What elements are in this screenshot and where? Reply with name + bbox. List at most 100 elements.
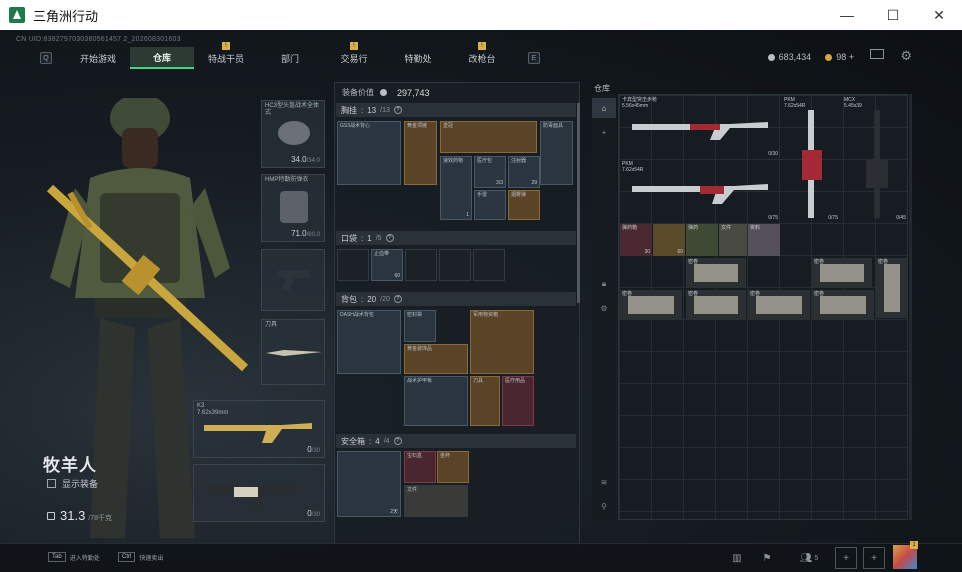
help-icon[interactable]: ? — [393, 295, 402, 303]
warehouse-scrollbar[interactable] — [909, 94, 912, 520]
gold-coin-icon — [825, 54, 833, 62]
silver-currency[interactable]: 683,434 — [767, 52, 811, 62]
machine-gun-icon — [802, 110, 822, 218]
warehouse-item[interactable]: 60 — [653, 224, 685, 256]
tab-department[interactable]: 部门 — [258, 47, 322, 69]
pocket-slot[interactable] — [473, 249, 505, 281]
warehouse-item[interactable]: 资料 — [748, 224, 780, 256]
special-ops-hint[interactable]: Tab 进入特勤处 — [48, 552, 100, 562]
checkbox[interactable] — [47, 479, 56, 488]
lock-icon[interactable]: 🔒︎ — [592, 274, 616, 294]
add-party-button[interactable]: + — [863, 547, 885, 569]
rig-item[interactable]: 手雷 — [474, 190, 506, 220]
document-item[interactable]: 密卷 — [812, 258, 872, 288]
rig-item[interactable]: 烟雾弹 — [508, 190, 540, 220]
safebox-container[interactable]: 2天 — [337, 451, 401, 517]
notification-badge: ! — [350, 42, 358, 50]
quick-sell-hint[interactable]: Ctrl 快速卖出 — [118, 552, 163, 562]
maximize-button[interactable]: ☐ — [870, 0, 916, 30]
rig-item[interactable]: GS3战术背心 — [337, 121, 401, 185]
stats-icon[interactable]: ▥ — [726, 547, 748, 569]
rig-item[interactable]: 皇冠 — [440, 121, 537, 153]
warehouse-item[interactable]: PKM 7.62x54R 0/75 — [620, 160, 780, 222]
link-icon[interactable]: ⚲ — [592, 496, 616, 516]
weight-icon — [47, 512, 55, 520]
rifle-icon — [204, 423, 312, 443]
armor-durability: 71.0/80.0 — [291, 229, 320, 238]
friends-button[interactable]: 👥︎ 5 — [794, 547, 824, 569]
pocket-item[interactable]: 止血带 60 — [371, 249, 403, 281]
rifle-icon — [632, 122, 768, 140]
avatar-badge: 1 — [910, 541, 918, 549]
pocket-slot[interactable] — [405, 249, 437, 281]
document-item[interactable]: 密卷 — [876, 258, 908, 318]
pistol-slot[interactable] — [261, 249, 325, 311]
pocket-slot[interactable] — [337, 249, 369, 281]
tab-special-ops[interactable]: 特勤处 — [386, 47, 450, 69]
document-item[interactable]: 密卷 — [686, 258, 746, 288]
safebox-item[interactable]: 文件 — [404, 485, 468, 517]
tab-operators[interactable]: ! 特战干员 — [194, 42, 258, 69]
main-nav: Q 开始游戏 仓库 ! 特战干员 部门 ! 交易行 特勤处 ! 改枪台 E — [40, 42, 540, 69]
pocket-section-header: 口袋:1/5? — [336, 231, 576, 245]
secondary-weapon-slot[interactable]: 0/30 — [193, 464, 325, 522]
plus-icon[interactable]: + — [592, 122, 616, 142]
notification-badge: ! — [478, 42, 486, 50]
backpack-item[interactable]: 黄金装饰品 — [404, 344, 468, 374]
layers-icon[interactable]: ≋ — [592, 472, 616, 492]
warehouse-item[interactable]: PKM 7.62x54R 0/75 — [782, 96, 840, 222]
rig-item[interactable]: 医疗包 3/3 — [474, 156, 506, 188]
backpack-item[interactable]: 医疗用品 — [502, 376, 534, 426]
melee-slot[interactable]: 刀具 — [261, 319, 325, 385]
backpack-item[interactable]: 战术护甲板 — [404, 376, 468, 426]
tab-gunsmith[interactable]: ! 改枪台 — [450, 42, 514, 69]
safebox-item[interactable]: 宝石盒 — [404, 451, 436, 483]
carry-weight: 31.3/78千克 — [47, 508, 112, 523]
window-titlebar: 三角洲行动 — ☐ ✕ — [0, 0, 962, 30]
settings-icon[interactable]: ⚙ — [900, 48, 912, 64]
safebox-section-header: 安全箱:4/4? — [336, 434, 576, 448]
warehouse-item[interactable]: MCX 5.45x39 0/45 — [842, 96, 908, 222]
help-icon[interactable]: ? — [393, 106, 402, 114]
backpack-item[interactable]: DASH战术背包 — [337, 310, 401, 374]
flag-icon[interactable]: ⚑ — [756, 547, 778, 569]
document-item[interactable]: 密卷 — [812, 290, 874, 320]
document-item[interactable]: 密卷 — [620, 290, 682, 320]
safebox-item[interactable]: 金杯 — [437, 451, 469, 483]
silver-coin-icon — [767, 54, 775, 62]
mail-icon[interactable] — [870, 49, 884, 59]
backpack-item[interactable]: 军用物资箱 — [470, 310, 534, 374]
armor-slot[interactable]: HMP特勤防弹衣 71.0/80.0 — [261, 174, 325, 242]
warehouse-item[interactable]: 卡宾型突击步枪 5.56x45mm 0/30 — [620, 96, 780, 158]
warehouse-item[interactable]: 文件 — [719, 224, 747, 256]
gear-icon[interactable]: ⚙ — [592, 298, 616, 318]
show-gear-toggle[interactable]: 显示装备 — [47, 477, 98, 490]
backpack-item[interactable]: 刀具 — [470, 376, 500, 426]
add-friend-button[interactable]: + — [835, 547, 857, 569]
nav-next-key[interactable]: E — [528, 52, 540, 64]
nav-prev-key[interactable]: Q — [40, 52, 52, 64]
document-item[interactable]: 密卷 — [686, 290, 746, 320]
warehouse-item[interactable]: 弹药箱 30 — [620, 224, 652, 256]
home-icon[interactable]: ⌂ — [592, 98, 616, 118]
tab-warehouse[interactable]: 仓库 — [130, 47, 194, 69]
rig-item[interactable]: 速效药物 1 — [440, 156, 472, 220]
tab-market[interactable]: ! 交易行 — [322, 42, 386, 69]
tab-start-game[interactable]: 开始游戏 — [66, 47, 130, 69]
minimize-button[interactable]: — — [824, 0, 870, 30]
close-button[interactable]: ✕ — [916, 0, 962, 30]
scrollbar[interactable] — [577, 103, 580, 303]
help-icon[interactable]: ? — [393, 437, 402, 445]
equipment-value: 装备价值 297,743 — [342, 87, 430, 98]
rig-item[interactable]: 防毒面具 — [540, 121, 573, 185]
gold-currency[interactable]: 98 + — [825, 52, 854, 62]
document-item[interactable]: 密卷 — [748, 290, 810, 320]
warehouse-item[interactable]: 弹药 — [686, 224, 718, 256]
helmet-slot[interactable]: HC3型头盔战术全体式 34.0/34.0 — [261, 100, 325, 168]
pocket-slot[interactable] — [439, 249, 471, 281]
help-icon[interactable]: ? — [385, 234, 394, 242]
primary-weapon-slot[interactable]: K3 7.62x39mm 0/30 — [193, 400, 325, 458]
rig-item[interactable]: 黄金项链 — [404, 121, 437, 185]
backpack-item[interactable]: 密封袋 — [404, 310, 436, 342]
rig-item[interactable]: 注射器 29 — [508, 156, 540, 188]
